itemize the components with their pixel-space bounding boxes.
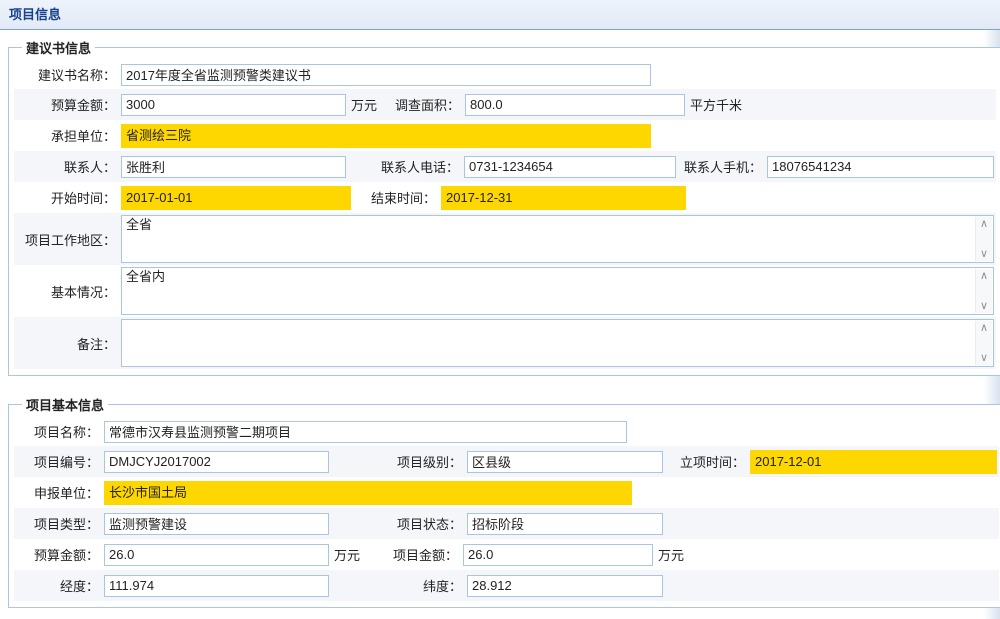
work-area-scrollbar[interactable]: ∧ ∨ bbox=[975, 217, 992, 261]
undertaker-label: 承担单位： bbox=[16, 126, 121, 145]
project-amount-input[interactable] bbox=[463, 544, 653, 566]
scroll-up-icon[interactable]: ∧ bbox=[980, 271, 988, 281]
remark-scrollbar[interactable]: ∧ ∨ bbox=[975, 321, 992, 365]
project-budget-input[interactable] bbox=[104, 544, 329, 566]
basic-situation-text: 全省内 bbox=[122, 268, 993, 286]
work-area-row: 项目工作地区： 全省 ∧ ∨ bbox=[14, 213, 996, 265]
project-type-input[interactable] bbox=[104, 513, 329, 535]
work-area-text: 全省 bbox=[122, 216, 993, 234]
code-level-approval-row: 项目编号： 项目级别： 立项时间： 2017-12-01 bbox=[14, 446, 999, 477]
longitude-input[interactable] bbox=[104, 575, 329, 597]
contact-phone-input[interactable] bbox=[464, 156, 676, 178]
scroll-up-icon[interactable]: ∧ bbox=[980, 219, 988, 229]
scroll-down-icon[interactable]: ∨ bbox=[980, 353, 988, 363]
undertaker-row: 承担单位： 省测绘三院 bbox=[14, 120, 996, 151]
start-time-label: 开始时间： bbox=[16, 188, 121, 207]
undertaker-field[interactable]: 省测绘三院 bbox=[121, 124, 651, 148]
page-title: 项目信息 bbox=[9, 7, 61, 22]
project-status-label: 项目状态： bbox=[329, 514, 467, 533]
dates-row: 开始时间： 2017-01-01 结束时间： 2017-12-31 bbox=[14, 182, 996, 213]
latitude-input[interactable] bbox=[467, 575, 663, 597]
project-amount-label: 项目金额： bbox=[368, 545, 463, 564]
remark-text bbox=[122, 320, 993, 322]
page-header: 项目信息 bbox=[0, 0, 1000, 30]
start-time-field[interactable]: 2017-01-01 bbox=[121, 186, 351, 210]
scroll-up-icon[interactable]: ∧ bbox=[980, 323, 988, 333]
proposal-name-row: 建议书名称： bbox=[14, 60, 996, 89]
project-amount-unit: 万元 bbox=[658, 545, 684, 564]
remark-textarea[interactable]: ∧ ∨ bbox=[121, 319, 994, 367]
basic-situation-row: 基本情况： 全省内 ∧ ∨ bbox=[14, 265, 996, 317]
end-time-label: 结束时间： bbox=[351, 188, 441, 207]
declare-unit-field[interactable]: 长沙市国土局 bbox=[104, 481, 632, 505]
longitude-label: 经度： bbox=[16, 576, 104, 595]
project-level-label: 项目级别： bbox=[329, 452, 467, 471]
budget-area-row: 预算金额： 万元 调查面积： 平方千米 bbox=[14, 89, 996, 120]
proposal-name-input[interactable] bbox=[121, 64, 651, 86]
remark-row: 备注： ∧ ∨ bbox=[14, 317, 996, 369]
contact-mobile-label: 联系人手机： bbox=[676, 157, 767, 176]
declare-unit-label: 申报单位： bbox=[16, 483, 104, 502]
project-name-label: 项目名称： bbox=[16, 422, 104, 441]
project-status-input[interactable] bbox=[467, 513, 663, 535]
contacts-row: 联系人： 联系人电话： 联系人手机： bbox=[14, 151, 996, 182]
scroll-down-icon[interactable]: ∨ bbox=[980, 301, 988, 311]
proposal-name-label: 建议书名称： bbox=[16, 65, 121, 84]
project-code-label: 项目编号： bbox=[16, 452, 104, 471]
approval-time-field[interactable]: 2017-12-01 bbox=[750, 450, 997, 474]
basic-situation-label: 基本情况： bbox=[16, 282, 121, 301]
project-info-legend: 项目基本信息 bbox=[22, 395, 108, 414]
project-code-input[interactable] bbox=[104, 451, 329, 473]
declare-unit-row: 申报单位： 长沙市国土局 bbox=[14, 477, 999, 508]
basic-situation-textarea[interactable]: 全省内 ∧ ∨ bbox=[121, 267, 994, 315]
latitude-label: 纬度： bbox=[329, 576, 467, 595]
project-name-input[interactable] bbox=[104, 421, 627, 443]
survey-area-unit: 平方千米 bbox=[690, 95, 742, 114]
survey-area-input[interactable] bbox=[465, 94, 685, 116]
contact-label: 联系人： bbox=[16, 157, 121, 176]
remark-label: 备注： bbox=[16, 334, 121, 353]
approval-time-label: 立项时间： bbox=[663, 452, 750, 471]
project-level-input[interactable] bbox=[467, 451, 663, 473]
project-name-row: 项目名称： bbox=[14, 417, 999, 446]
end-time-field[interactable]: 2017-12-31 bbox=[441, 186, 686, 210]
project-budget-label: 预算金额： bbox=[16, 545, 104, 564]
work-area-label: 项目工作地区： bbox=[16, 230, 121, 249]
project-info-fieldset: 项目基本信息 项目名称： 项目编号： 项目级别： 立项时间： 2017-12-0… bbox=[8, 395, 1000, 608]
project-type-label: 项目类型： bbox=[16, 514, 104, 533]
survey-area-label: 调查面积： bbox=[385, 95, 465, 114]
proposal-info-legend: 建议书信息 bbox=[22, 38, 95, 57]
type-status-row: 项目类型： 项目状态： bbox=[14, 508, 999, 539]
lng-lat-row: 经度： 纬度： bbox=[14, 570, 999, 601]
contact-mobile-input[interactable] bbox=[767, 156, 994, 178]
basic-situation-scrollbar[interactable]: ∧ ∨ bbox=[975, 269, 992, 313]
scroll-down-icon[interactable]: ∨ bbox=[980, 249, 988, 259]
budget-amount-row: 预算金额： 万元 项目金额： 万元 bbox=[14, 539, 999, 570]
contact-phone-label: 联系人电话： bbox=[346, 157, 464, 176]
budget-unit: 万元 bbox=[351, 95, 377, 114]
budget-input[interactable] bbox=[121, 94, 346, 116]
project-budget-unit: 万元 bbox=[334, 545, 360, 564]
work-area-textarea[interactable]: 全省 ∧ ∨ bbox=[121, 215, 994, 263]
contact-input[interactable] bbox=[121, 156, 346, 178]
proposal-info-fieldset: 建议书信息 建议书名称： 预算金额： 万元 调查面积： 平方千米 承担单位： 省… bbox=[8, 38, 1000, 376]
budget-label: 预算金额： bbox=[16, 95, 121, 114]
